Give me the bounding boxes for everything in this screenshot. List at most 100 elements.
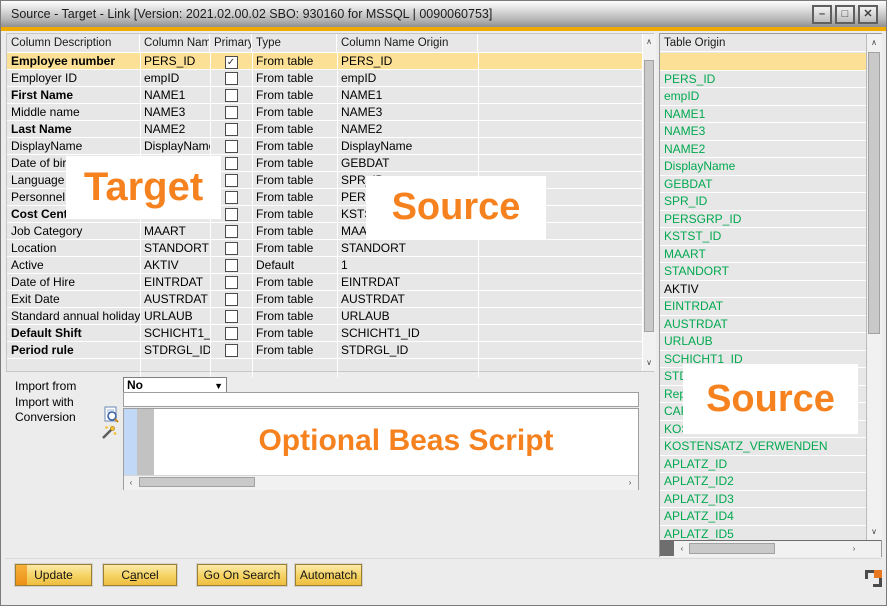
table-scrollbar-thumb[interactable] [644, 60, 654, 332]
origin-list-item[interactable]: EINTRDAT [660, 298, 866, 316]
scroll-down-icon[interactable]: ∨ [868, 525, 880, 538]
scroll-right-icon[interactable]: › [848, 543, 860, 555]
scroll-left-icon[interactable]: ‹ [676, 543, 688, 555]
minimize-icon[interactable]: – [812, 5, 832, 24]
primary-checkbox[interactable] [225, 259, 238, 272]
origin-list-item[interactable]: KSTST_ID [660, 228, 866, 246]
table-row[interactable]: First NameNAME1From tableNAME1 [7, 87, 642, 104]
table-row[interactable]: LocationSTANDORTFrom tableSTANDORT [7, 240, 642, 257]
primary-checkbox-checked[interactable]: ✓ [225, 56, 238, 69]
origin-list-item[interactable]: STANDORT [660, 263, 866, 281]
table-row[interactable]: Job CategoryMAARTFrom tableMAART [7, 223, 642, 240]
column-header-name[interactable]: Column Name [140, 34, 210, 52]
primary-checkbox[interactable] [225, 344, 238, 357]
primary-checkbox[interactable] [225, 157, 238, 170]
primary-checkbox[interactable] [225, 89, 238, 102]
origin-list-item[interactable]: URLAUB [660, 333, 866, 351]
table-cell: From table [252, 138, 337, 154]
close-icon[interactable]: ✕ [858, 5, 878, 24]
primary-checkbox[interactable] [225, 123, 238, 136]
table-cell: Standard annual holiday [7, 308, 140, 324]
primary-checkbox[interactable] [225, 276, 238, 289]
origin-list-item[interactable]: MAART [660, 246, 866, 264]
table-cell: Middle name [7, 104, 140, 120]
origin-list-item[interactable]: PERSGRP_ID [660, 211, 866, 229]
table-row[interactable]: ActiveAKTIVDefault1 [7, 257, 642, 274]
table-row[interactable]: Standard annual holidayURLAUBFrom tableU… [7, 308, 642, 325]
origin-list-item[interactable]: NAME3 [660, 123, 866, 141]
primary-cell [210, 274, 252, 290]
origin-list-item[interactable]: AUSTRDAT [660, 316, 866, 334]
table-cell: GEBDAT [337, 155, 478, 171]
primary-checkbox[interactable] [225, 293, 238, 306]
beas-logo-icon [865, 570, 882, 587]
accent-bar [1, 27, 886, 31]
origin-list-item[interactable]: NAME2 [660, 141, 866, 159]
scroll-up-icon[interactable]: ∧ [643, 36, 655, 48]
origin-list-item[interactable]: APLATZ_ID4 [660, 508, 866, 526]
origin-list-item[interactable]: APLATZ_ID [660, 456, 866, 474]
primary-checkbox[interactable] [225, 106, 238, 119]
cancel-button[interactable]: Cancel [103, 564, 177, 586]
origin-list-item[interactable]: SPR_ID [660, 193, 866, 211]
table-cell: 1 [337, 257, 478, 273]
primary-checkbox[interactable] [225, 72, 238, 85]
table-row[interactable]: Middle nameNAME3From tableNAME3 [7, 104, 642, 121]
import-from-select[interactable]: No ▼ [123, 377, 227, 393]
primary-checkbox[interactable] [225, 208, 238, 221]
editor-scrollbar-thumb[interactable] [139, 477, 255, 487]
column-header-origin[interactable]: Column Name Origin [337, 34, 478, 52]
table-cell: From table [252, 308, 337, 324]
go-on-search-button[interactable]: Go On Search [197, 564, 287, 586]
primary-checkbox[interactable] [225, 191, 238, 204]
primary-checkbox[interactable] [225, 242, 238, 255]
table-row[interactable]: Exit DateAUSTRDATFrom tableAUSTRDAT [7, 291, 642, 308]
title-bar[interactable]: Source - Target - Link [Version: 2021.02… [1, 1, 886, 27]
preview-icon[interactable] [103, 406, 120, 423]
origin-list-item[interactable]: NAME1 [660, 106, 866, 124]
origin-list-item[interactable]: DisplayName [660, 158, 866, 176]
origin-list-item[interactable]: AKTIV [660, 281, 866, 299]
table-row[interactable]: Default ShiftSCHICHT1_IDFrom tableSCHICH… [7, 325, 642, 342]
origin-scrollbar-thumb[interactable] [868, 52, 880, 334]
scroll-right-icon[interactable]: › [624, 477, 636, 488]
scroll-left-icon[interactable]: ‹ [125, 477, 137, 488]
automatch-button[interactable]: Automatch [295, 564, 362, 586]
column-header-primary[interactable]: Primary [210, 34, 252, 52]
origin-list-item[interactable]: APLATZ_ID3 [660, 491, 866, 509]
primary-checkbox[interactable] [225, 327, 238, 340]
magic-wand-icon[interactable] [100, 424, 117, 441]
selected-row-extension [478, 53, 642, 69]
column-header-description[interactable]: Column Description [7, 34, 140, 52]
table-row[interactable]: Period ruleSTDRGL_IDFrom tableSTDRGL_ID [7, 342, 642, 359]
update-button[interactable]: Update [15, 564, 92, 586]
table-row[interactable]: Employer IDempIDFrom tableempID [7, 70, 642, 87]
table-row[interactable]: Last NameNAME2From tableNAME2 [7, 121, 642, 138]
table-row[interactable]: Date of HireEINTRDATFrom tableEINTRDAT [7, 274, 642, 291]
primary-checkbox[interactable] [225, 140, 238, 153]
origin-list-item[interactable]: empID [660, 88, 866, 106]
primary-checkbox[interactable] [225, 310, 238, 323]
primary-cell [210, 121, 252, 137]
column-header-type[interactable]: Type [252, 34, 337, 52]
origin-list-item[interactable]: PERS_ID [660, 71, 866, 89]
origin-list-item[interactable]: APLATZ_ID2 [660, 473, 866, 491]
dropdown-arrow-icon[interactable]: ▼ [214, 379, 223, 393]
table-cell: STANDORT [337, 240, 478, 256]
scroll-up-icon[interactable]: ∧ [868, 36, 880, 49]
maximize-icon[interactable]: □ [835, 5, 855, 24]
origin-hscrollbar-thumb[interactable] [689, 543, 775, 554]
watermark-optional-beas-script: Optional Beas Script [181, 415, 631, 467]
editor-margin-gutter [137, 409, 154, 475]
table-row[interactable]: DisplayNameDisplayNameFrom tableDisplayN… [7, 138, 642, 155]
origin-list-item[interactable]: KOSTENSATZ_VERWENDEN [660, 438, 866, 456]
primary-checkbox[interactable] [225, 225, 238, 238]
table-cell: Active [7, 257, 140, 273]
table-origin-header[interactable]: Table Origin [660, 34, 866, 52]
scroll-down-icon[interactable]: ∨ [643, 357, 655, 369]
import-with-input[interactable] [123, 392, 639, 407]
table-cell: From table [252, 223, 337, 239]
origin-list-item[interactable]: GEBDAT [660, 176, 866, 194]
origin-list-item[interactable] [660, 53, 866, 71]
primary-checkbox[interactable] [225, 174, 238, 187]
